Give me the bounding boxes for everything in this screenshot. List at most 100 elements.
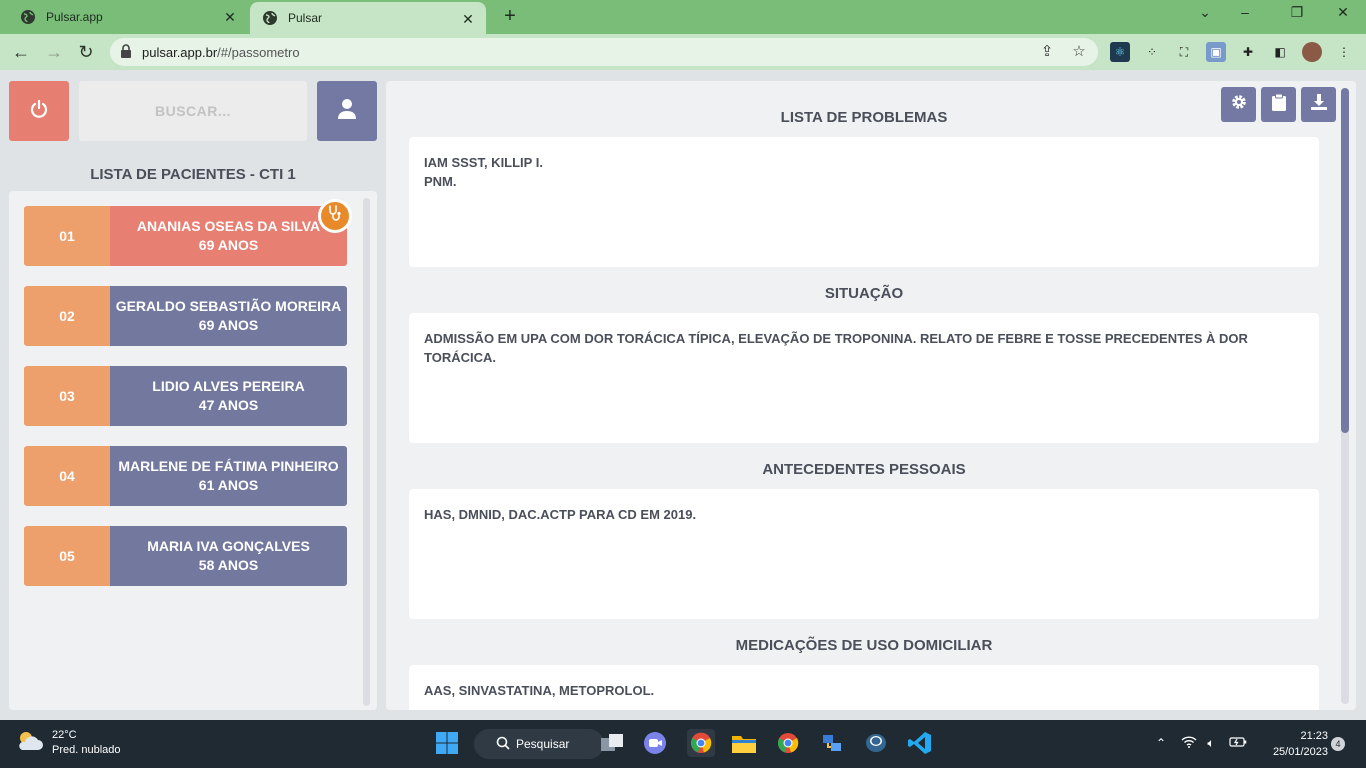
tab-title: Pulsar — [288, 11, 323, 25]
search-icon — [496, 736, 510, 753]
record-scrollbar[interactable] — [1341, 88, 1349, 704]
patient-name: MARLENE DE FÁTIMA PINHEIRO — [118, 458, 339, 474]
bookmark-star-icon[interactable]: ☆ — [1070, 43, 1088, 61]
patient-card[interactable]: 04 MARLENE DE FÁTIMA PINHEIRO 61 ANOS — [24, 446, 347, 506]
section-title-situation: SITUAÇÃO — [824, 285, 904, 302]
teams-chat-icon[interactable] — [642, 730, 668, 756]
weather-widget[interactable]: 22°C Pred. nublado — [16, 728, 121, 758]
user-profile-button[interactable] — [317, 81, 377, 141]
address-bar[interactable]: pulsar.app.br/#/passometro ⇪ ☆ — [110, 38, 1098, 66]
browser-tab-pulsar[interactable]: Pulsar ✕ — [250, 2, 486, 34]
battery-charging-icon[interactable] — [1229, 736, 1247, 751]
wifi-icon[interactable] — [1181, 736, 1197, 751]
clock-time: 21:23 — [1300, 730, 1328, 742]
patient-number: 03 — [24, 366, 110, 426]
record-scrollbar-thumb[interactable] — [1341, 88, 1349, 433]
patient-card[interactable]: 02 GERALDO SEBASTIÃO MOREIRA 69 ANOS — [24, 286, 347, 346]
restore-button[interactable]: ❐ — [1285, 4, 1309, 21]
chrome-icon[interactable] — [775, 730, 801, 756]
section-content-situation[interactable]: ADMISSÃO EM UPA COM DOR TORÁCICA TÍPICA,… — [409, 313, 1319, 443]
globe-icon — [262, 10, 278, 26]
close-tab-icon[interactable]: ✕ — [460, 11, 476, 27]
database-elephant-icon[interactable] — [863, 730, 889, 756]
patient-age: 61 ANOS — [198, 477, 259, 493]
patient-name: GERALDO SEBASTIÃO MOREIRA — [115, 298, 342, 314]
section-title-home-medications: MEDICAÇÕES DE USO DOMICILIAR — [735, 637, 993, 654]
forward-button[interactable]: → — [43, 41, 65, 63]
clock-date: 25/01/2023 — [1272, 746, 1328, 758]
screen-capture-icon[interactable]: ⛶ — [1174, 42, 1194, 62]
patient-age: 69 ANOS — [198, 317, 259, 333]
patient-record-panel: LISTA DE PROBLEMAS IAM SSST, KILLIP I. P… — [386, 81, 1356, 710]
stethoscope-badge — [318, 199, 352, 233]
tab-title: Pulsar.app — [46, 10, 103, 24]
patient-info: LIDIO ALVES PEREIRA 47 ANOS — [110, 366, 347, 426]
tab-search-chevron-icon[interactable]: ⌄ — [1193, 4, 1217, 21]
section-content-home-medications[interactable]: AAS, SINVASTATINA, METOPROLOL. — [409, 665, 1319, 710]
patient-card[interactable]: 05 MARIA IVA GONÇALVES 58 ANOS — [24, 526, 347, 586]
power-icon — [29, 99, 49, 124]
browser-toolbar: ← → ↻ pulsar.app.br/#/passometro ⇪ ☆ ⚛ ⁘… — [0, 34, 1366, 70]
patient-search-input[interactable] — [79, 81, 307, 141]
patient-name: LIDIO ALVES PEREIRA — [152, 378, 305, 394]
patient-info: MARLENE DE FÁTIMA PINHEIRO 61 ANOS — [110, 446, 347, 506]
url-text: pulsar.app.br/#/passometro — [142, 45, 300, 60]
patient-info: GERALDO SEBASTIÃO MOREIRA 69 ANOS — [110, 286, 347, 346]
chrome-taskbar-active-icon[interactable] — [687, 729, 715, 757]
task-view-icon[interactable] — [599, 730, 625, 756]
patient-number: 01 — [24, 206, 110, 266]
patient-age: 69 ANOS — [198, 237, 259, 253]
section-title-problems: LISTA DE PROBLEMAS — [780, 109, 948, 126]
patient-card[interactable]: 01 ANANIAS OSEAS DA SILVA 69 ANOS — [24, 199, 352, 266]
share-icon[interactable]: ⇪ — [1038, 43, 1056, 61]
browser-tab-pulsar-app[interactable]: Pulsar.app ✕ — [8, 0, 248, 34]
section-content-history[interactable]: HAS, DMNID, DAC.ACTP PARA CD EM 2019. — [409, 489, 1319, 619]
new-tab-button[interactable]: + — [500, 6, 520, 26]
patient-age: 47 ANOS — [198, 397, 259, 413]
section-content-problems[interactable]: IAM SSST, KILLIP I. PNM. — [409, 137, 1319, 267]
patient-card[interactable]: 03 LIDIO ALVES PEREIRA 47 ANOS — [24, 366, 347, 426]
display-extension-icon[interactable]: ▣ — [1206, 42, 1226, 62]
profile-avatar[interactable] — [1302, 42, 1322, 62]
tray-chevron-up-icon[interactable]: ⌃ — [1153, 736, 1169, 750]
patient-number: 05 — [24, 526, 110, 586]
side-panel-icon[interactable]: ◧ — [1270, 42, 1290, 62]
extensions-puzzle-icon[interactable]: ✚ — [1238, 42, 1258, 62]
windows-taskbar: 22°C Pred. nublado Pesquisar ⌃ 🔈︎ 21:23 … — [0, 720, 1366, 768]
logout-button[interactable] — [9, 81, 69, 141]
lock-icon — [120, 44, 132, 58]
patient-name: MARIA IVA GONÇALVES — [147, 538, 310, 554]
app-container: LISTA DE PACIENTES - CTI 1 01 ANANIAS OS… — [0, 70, 1366, 720]
patient-list-title: LISTA DE PACIENTES - CTI 1 — [90, 166, 296, 183]
patient-number: 04 — [24, 446, 110, 506]
windows-start-icon[interactable] — [434, 730, 460, 756]
network-app-icon[interactable] — [819, 730, 845, 756]
section-title-history: ANTECEDENTES PESSOAIS — [762, 461, 966, 478]
browser-menu-icon[interactable]: ⋮ — [1334, 42, 1354, 62]
patient-age: 58 ANOS — [198, 557, 259, 573]
close-tab-icon[interactable]: ✕ — [222, 9, 238, 25]
stethoscope-icon — [327, 204, 343, 228]
browser-tab-strip: Pulsar.app ✕ Pulsar ✕ + ⌄ – ❐ ✕ — [0, 0, 1366, 34]
react-devtools-extension-icon[interactable]: ⚛ — [1110, 42, 1130, 62]
back-button[interactable]: ← — [10, 41, 32, 63]
user-icon — [337, 98, 357, 125]
patient-number: 02 — [24, 286, 110, 346]
extension-dots-icon[interactable]: ⁘ — [1142, 42, 1162, 62]
reload-button[interactable]: ↻ — [75, 41, 97, 63]
taskbar-search-label: Pesquisar — [516, 737, 570, 751]
patient-info: MARIA IVA GONÇALVES 58 ANOS — [110, 526, 347, 586]
weather-text: Pred. nublado — [52, 744, 121, 756]
minimize-button[interactable]: – — [1233, 4, 1257, 20]
notification-count-badge[interactable]: 4 — [1331, 737, 1345, 751]
file-explorer-icon[interactable] — [731, 730, 757, 756]
vscode-icon[interactable] — [907, 730, 933, 756]
close-window-button[interactable]: ✕ — [1331, 4, 1355, 21]
patient-list-scrollbar[interactable] — [363, 198, 370, 706]
patient-name: ANANIAS OSEAS DA SILVA — [136, 218, 321, 234]
taskbar-search-button[interactable]: Pesquisar — [474, 729, 604, 759]
patient-info: ANANIAS OSEAS DA SILVA 69 ANOS — [110, 206, 347, 266]
system-clock[interactable]: 21:23 25/01/2023 — [1258, 728, 1328, 760]
temperature-text: 22°C — [52, 729, 77, 741]
volume-icon[interactable]: 🔈︎ — [1203, 736, 1219, 751]
